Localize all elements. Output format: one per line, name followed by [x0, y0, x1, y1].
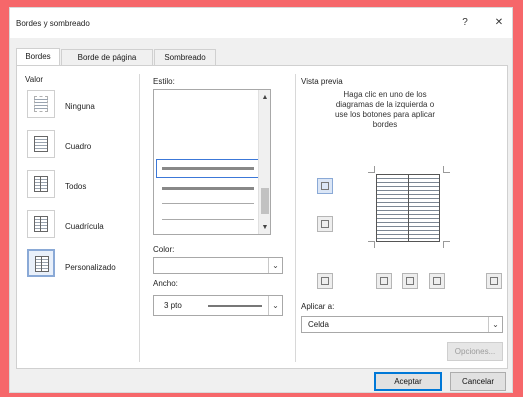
style-label: Estilo:	[153, 77, 175, 86]
cancel-button[interactable]: Cancelar	[450, 372, 506, 391]
chevron-down-icon[interactable]: ⌄	[268, 296, 282, 315]
accept-button[interactable]: Aceptar	[374, 372, 442, 391]
chevron-down-icon[interactable]: ⌄	[488, 317, 502, 332]
preview-corner-mark	[368, 166, 375, 173]
style-scrollbar[interactable]: ▲ ▼	[258, 90, 270, 234]
style-option-thin[interactable]	[162, 203, 254, 204]
preview-corner-mark	[443, 166, 450, 173]
setting-grid-icon[interactable]	[27, 210, 55, 238]
separator-left	[139, 74, 140, 362]
top-border-button[interactable]	[317, 178, 333, 194]
border-diagonal-up-icon	[490, 277, 498, 285]
inside-horizontal-border-button[interactable]	[317, 216, 333, 232]
style-list[interactable]: ▲ ▼	[153, 89, 271, 235]
width-dropdown[interactable]: 3 pto ⌄	[153, 295, 283, 316]
close-button[interactable]: ✕	[490, 15, 508, 31]
tab-borders[interactable]: Bordes	[16, 48, 60, 66]
color-label: Color:	[153, 245, 175, 254]
border-right-icon	[433, 277, 441, 285]
inside-vertical-border-button[interactable]	[402, 273, 418, 289]
apply-to-value: Celda	[308, 320, 329, 329]
preview-instructions: Haga clic en uno de los diagramas de la …	[334, 90, 436, 129]
preview-diagram[interactable]	[366, 166, 452, 248]
setting-none-icon[interactable]	[27, 90, 55, 118]
scroll-down-arrow[interactable]: ▼	[259, 222, 270, 234]
help-button[interactable]: ?	[456, 15, 474, 31]
style-option-thick[interactable]	[162, 167, 254, 170]
border-diagonal-down-icon	[321, 277, 329, 285]
setting-none-label[interactable]: Ninguna	[65, 102, 95, 111]
options-button[interactable]: Opciones...	[447, 342, 503, 361]
color-dropdown[interactable]: ⌄	[153, 257, 283, 274]
apply-to-label: Aplicar a:	[301, 302, 335, 311]
scroll-up-arrow[interactable]: ▲	[259, 92, 270, 104]
left-border-button[interactable]	[376, 273, 392, 289]
dialog-title: Bordes y sombreado	[16, 19, 90, 28]
setting-grid-label[interactable]: Cuadrícula	[65, 222, 104, 231]
preview-corner-mark	[443, 241, 450, 248]
setting-box-icon[interactable]	[27, 130, 55, 158]
scroll-thumb[interactable]	[261, 188, 269, 214]
style-option-double[interactable]	[162, 187, 254, 190]
setting-all-icon[interactable]	[27, 170, 55, 198]
setting-all-label[interactable]: Todos	[65, 182, 86, 191]
width-label: Ancho:	[153, 279, 178, 288]
right-border-button[interactable]	[429, 273, 445, 289]
setting-box-label[interactable]: Cuadro	[65, 142, 91, 151]
border-top-icon	[321, 182, 329, 190]
border-inside-v-icon	[406, 277, 414, 285]
separator-right	[295, 74, 296, 362]
borders-shading-dialog: Bordes y sombreado ? ✕ Bordes Borde de p…	[9, 7, 513, 393]
border-inside-h-icon	[321, 220, 329, 228]
width-value: 3 pto	[164, 301, 182, 310]
apply-to-dropdown[interactable]: Celda ⌄	[301, 316, 503, 333]
tab-page-border[interactable]: Borde de página	[61, 49, 153, 65]
borders-panel: Valor Ninguna Cuadro Todos Cuadrícula Pe…	[16, 65, 508, 369]
chevron-down-icon[interactable]: ⌄	[268, 258, 282, 273]
setting-label: Valor	[25, 75, 44, 84]
diagonal-up-border-button[interactable]	[486, 273, 502, 289]
title-bar: Bordes y sombreado ? ✕	[10, 8, 512, 38]
setting-custom-label[interactable]: Personalizado	[65, 263, 116, 272]
preview-label: Vista previa	[301, 77, 343, 86]
preview-document	[376, 174, 440, 242]
setting-custom-icon[interactable]	[27, 249, 55, 277]
width-line-sample	[208, 305, 262, 307]
preview-corner-mark	[368, 241, 375, 248]
style-option-hairline[interactable]	[162, 219, 254, 220]
diagonal-down-border-button[interactable]	[317, 273, 333, 289]
tab-shading[interactable]: Sombreado	[154, 49, 216, 65]
border-left-icon	[380, 277, 388, 285]
